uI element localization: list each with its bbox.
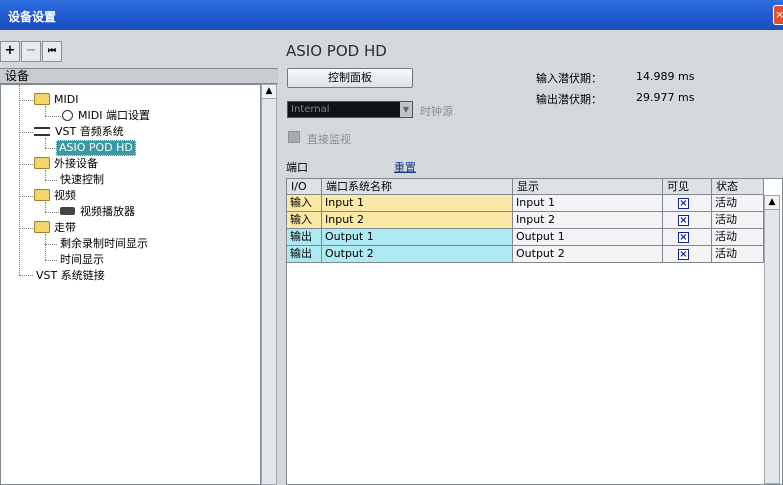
window-title: 设备设置 [8, 10, 57, 24]
folder-icon [34, 189, 50, 201]
ports-label: 端口 [286, 161, 308, 174]
folder-icon [34, 221, 50, 233]
input-latency-value: 14.989 ms [636, 70, 695, 83]
header-state[interactable]: 状态 [712, 179, 764, 194]
cell-state: 活动 [712, 195, 764, 211]
table-header: I/O 端口系统名称 显示 可见 状态 [287, 179, 764, 195]
tree-item-transport[interactable]: 走带 [34, 220, 78, 236]
visible-checkbox[interactable]: × [678, 232, 689, 243]
cell-port-name: Output 1 [322, 229, 513, 245]
cell-port-name: Output 2 [322, 246, 513, 262]
tree-item-vst-audio-system[interactable]: VST 音频系统 [34, 124, 126, 140]
tree-item-time-display[interactable]: 时间显示 [58, 252, 106, 268]
cell-state: 活动 [712, 212, 764, 228]
close-button[interactable]: × [773, 5, 783, 25]
remove-device-button[interactable]: − [21, 41, 41, 62]
cell-display[interactable]: Output 2 [513, 246, 663, 262]
table-scrollbar[interactable]: ▲ [764, 195, 780, 484]
folder-icon [34, 93, 50, 105]
device-tree-panel: 设备 MIDI MIDI 端口设置 VST 音频系统 ASIO POD HD 外… [0, 68, 278, 485]
output-latency-label: 输出潜伏期： [536, 93, 602, 106]
cell-display[interactable]: Input 2 [513, 212, 663, 228]
direct-monitor-checkbox[interactable] [288, 131, 300, 143]
direct-monitor-label: 直接监视 [307, 133, 351, 146]
cell-visible: × [663, 246, 712, 262]
reset-link[interactable]: 重置 [394, 159, 416, 175]
table-row[interactable]: 输入 Input 2 Input 2 × 活动 [287, 212, 764, 229]
tree-item-external-devices[interactable]: 外接设备 [34, 156, 100, 172]
table-row[interactable]: 输入 Input 1 Input 1 × 活动 [287, 195, 764, 212]
tree-item-video[interactable]: 视频 [34, 188, 78, 204]
tree-item-video-player[interactable]: 视频播放器 [60, 204, 137, 220]
header-port-name[interactable]: 端口系统名称 [322, 179, 513, 194]
cell-io: 输入 [287, 212, 322, 228]
scroll-up-icon[interactable]: ▲ [262, 85, 276, 99]
visible-checkbox[interactable]: × [678, 249, 689, 260]
control-panel-button[interactable]: 控制面板 [287, 68, 413, 88]
tree-item-asio-pod-hd[interactable]: ASIO POD HD [56, 140, 136, 156]
tree-scrollbar[interactable]: ▲ [261, 84, 277, 485]
add-device-button[interactable]: + [0, 41, 20, 62]
audio-system-icon [34, 126, 50, 136]
cell-port-name: Input 1 [322, 195, 513, 211]
visible-checkbox[interactable]: × [678, 215, 689, 226]
clock-source-label: 时钟源 [420, 105, 453, 118]
tree-item-vst-system-link[interactable]: VST 系统链接 [34, 268, 107, 284]
cell-state: 活动 [712, 229, 764, 245]
cell-io: 输出 [287, 246, 322, 262]
tree-item-remaining-time[interactable]: 剩余录制时间显示 [58, 236, 150, 252]
cell-port-name: Input 2 [322, 212, 513, 228]
midi-port-icon [62, 109, 73, 121]
device-tree-header: 设备 [0, 68, 278, 84]
output-latency-value: 29.977 ms [636, 91, 695, 104]
visible-checkbox[interactable]: × [678, 198, 689, 209]
table-row[interactable]: 输出 Output 1 Output 1 × 活动 [287, 229, 764, 246]
cell-io: 输出 [287, 229, 322, 245]
title-bar: 设备设置 × [0, 0, 783, 30]
folder-icon [34, 157, 50, 169]
scroll-up-icon[interactable]: ▲ [765, 196, 779, 210]
cell-display[interactable]: Output 1 [513, 229, 663, 245]
device-tree: MIDI MIDI 端口设置 VST 音频系统 ASIO POD HD 外接设备… [0, 84, 261, 485]
ports-table: I/O 端口系统名称 显示 可见 状态 输入 Input 1 Input 1 ×… [286, 178, 783, 485]
cell-display[interactable]: Input 1 [513, 195, 663, 211]
header-io[interactable]: I/O [287, 179, 322, 194]
cell-visible: × [663, 195, 712, 211]
chevron-down-icon[interactable]: ▼ [400, 102, 412, 117]
header-visible[interactable]: 可见 [663, 179, 712, 194]
cell-visible: × [663, 212, 712, 228]
reset-device-button[interactable]: ⏮ [42, 41, 62, 62]
video-player-icon [60, 207, 75, 215]
tree-item-midi[interactable]: MIDI [34, 92, 80, 108]
input-latency-label: 输入潜伏期： [536, 72, 602, 85]
cell-io: 输入 [287, 195, 322, 211]
cell-state: 活动 [712, 246, 764, 262]
header-display[interactable]: 显示 [513, 179, 663, 194]
tree-item-quick-control[interactable]: 快速控制 [58, 172, 106, 188]
clock-source-select[interactable]: Internal ▼ [287, 101, 413, 118]
tree-item-midi-port-settings[interactable]: MIDI 端口设置 [62, 108, 152, 124]
table-row[interactable]: 输出 Output 2 Output 2 × 活动 [287, 246, 764, 263]
cell-visible: × [663, 229, 712, 245]
device-title: ASIO POD HD [286, 42, 387, 60]
